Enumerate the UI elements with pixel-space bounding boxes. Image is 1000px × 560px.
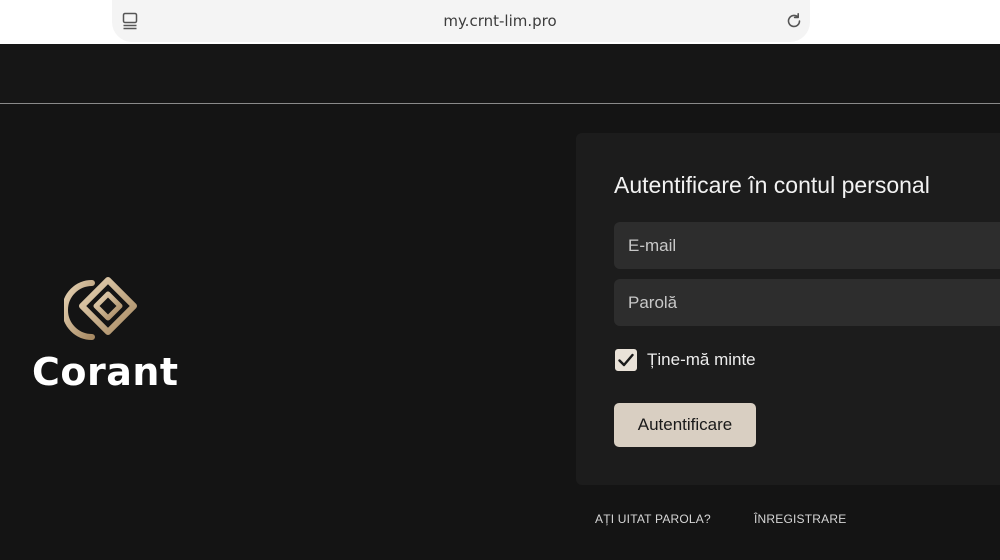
browser-toolbar: my.crnt-lim.pro — [0, 0, 1000, 44]
brand-name: Corant — [32, 350, 179, 394]
reload-icon[interactable] — [785, 12, 803, 30]
url-text[interactable]: my.crnt-lim.pro — [0, 0, 1000, 42]
login-button[interactable]: Autentificare — [614, 403, 756, 447]
remember-me-label[interactable]: Ține-mă minte — [647, 349, 756, 371]
login-title: Autentificare în contul personal — [614, 172, 930, 198]
register-link[interactable]: ÎNREGISTRARE — [754, 512, 846, 526]
remember-me-checkbox[interactable] — [615, 349, 637, 371]
checkmark-icon — [618, 353, 634, 367]
email-field[interactable] — [614, 222, 1000, 269]
top-navigation-bar — [0, 44, 1000, 104]
corant-logo-icon — [64, 277, 137, 340]
brand-logo: Corant — [32, 272, 182, 402]
password-field[interactable] — [614, 279, 1000, 326]
forgot-password-link[interactable]: AȚI UITAT PAROLA? — [595, 512, 711, 526]
